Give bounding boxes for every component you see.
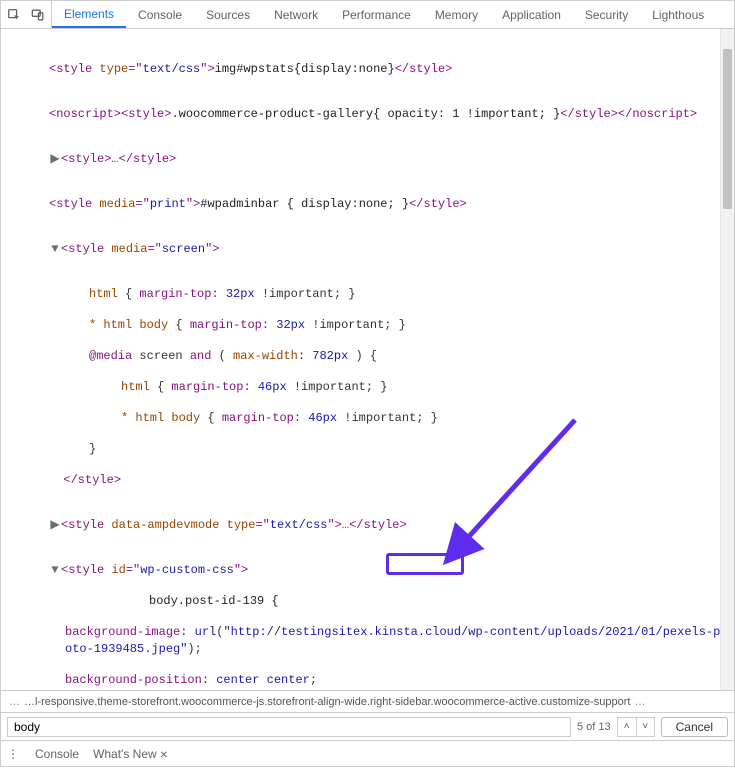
dom-node[interactable]: ▶<style>…</style> (9, 151, 734, 168)
dom-node[interactable]: <style type="text/css">img#wpstats{displ… (9, 61, 734, 78)
dom-node-expanded[interactable]: ▼<style media="screen"> (9, 241, 734, 258)
find-stepper: ˄ ˅ (617, 717, 655, 737)
css-rule[interactable]: body.post-id-139 { (9, 593, 734, 610)
breadcrumb-ellipsis: … (634, 696, 645, 708)
css-rule[interactable]: } (9, 441, 734, 458)
inspect-icon[interactable] (7, 8, 21, 22)
find-input[interactable] (7, 717, 571, 737)
devtools-tabs: Elements Console Sources Network Perform… (52, 1, 716, 28)
find-bar: 5 of 13 ˄ ˅ Cancel (1, 712, 734, 740)
tab-sources[interactable]: Sources (194, 1, 262, 28)
drawer-tab-console[interactable]: Console (35, 747, 79, 761)
tab-security[interactable]: Security (573, 1, 640, 28)
vertical-scrollbar[interactable] (720, 29, 734, 690)
toolbar-icons (1, 1, 52, 28)
expand-arrow-icon[interactable]: ▶ (49, 151, 61, 168)
tab-elements[interactable]: Elements (52, 1, 126, 28)
breadcrumb-ellipsis: … (9, 696, 20, 708)
drawer-toolbar: ⋮ Console What's New✕ (1, 740, 734, 766)
find-prev-button[interactable]: ˄ (618, 718, 636, 736)
drawer-tab-whatsnew[interactable]: What's New✕ (93, 747, 168, 761)
breadcrumb-path[interactable]: …l-responsive.theme-storefront.woocommer… (24, 696, 630, 708)
css-rule[interactable]: background-image: url("http://testingsit… (9, 624, 734, 658)
css-rule[interactable]: html { margin-top: 32px !important; } (9, 286, 734, 303)
collapse-arrow-icon[interactable]: ▼ (49, 562, 61, 579)
scrollbar-thumb[interactable] (723, 49, 732, 209)
close-icon[interactable]: ✕ (160, 750, 168, 761)
dom-node[interactable]: ▶<style data-ampdevmode type="text/css">… (9, 517, 734, 534)
css-rule[interactable]: html { margin-top: 46px !important; } (9, 379, 734, 396)
dom-node-close[interactable]: </style> (9, 472, 734, 489)
dom-node[interactable]: <style media="print">#wpadminbar { displ… (9, 196, 734, 213)
css-rule[interactable]: * html body { margin-top: 32px !importan… (9, 317, 734, 334)
collapse-arrow-icon[interactable]: ▼ (49, 241, 61, 258)
css-rule[interactable]: @media screen and ( max-width: 782px ) { (9, 348, 734, 365)
elements-source-pane[interactable]: <style type="text/css">img#wpstats{displ… (1, 29, 734, 690)
dom-node[interactable]: <noscript><style>.woocommerce-product-ga… (9, 106, 734, 123)
dom-node-expanded[interactable]: ▼<style id="wp-custom-css"> (9, 562, 734, 579)
drawer-menu-icon[interactable]: ⋮ (7, 747, 21, 761)
tab-console[interactable]: Console (126, 1, 194, 28)
device-toggle-icon[interactable] (31, 8, 45, 22)
find-cancel-button[interactable]: Cancel (661, 717, 728, 737)
tab-performance[interactable]: Performance (330, 1, 423, 28)
tab-memory[interactable]: Memory (423, 1, 490, 28)
tab-application[interactable]: Application (490, 1, 573, 28)
dom-breadcrumb[interactable]: … …l-responsive.theme-storefront.woocomm… (1, 690, 734, 712)
devtools-toolbar: Elements Console Sources Network Perform… (1, 1, 734, 29)
css-rule[interactable]: * html body { margin-top: 46px !importan… (9, 410, 734, 427)
expand-arrow-icon[interactable]: ▶ (49, 517, 61, 534)
find-next-button[interactable]: ˅ (636, 718, 654, 736)
find-count: 5 of 13 (577, 721, 611, 733)
tab-lighthouse[interactable]: Lighthous (640, 1, 716, 28)
css-rule[interactable]: background-position: center center; (9, 672, 734, 689)
tab-network[interactable]: Network (262, 1, 330, 28)
